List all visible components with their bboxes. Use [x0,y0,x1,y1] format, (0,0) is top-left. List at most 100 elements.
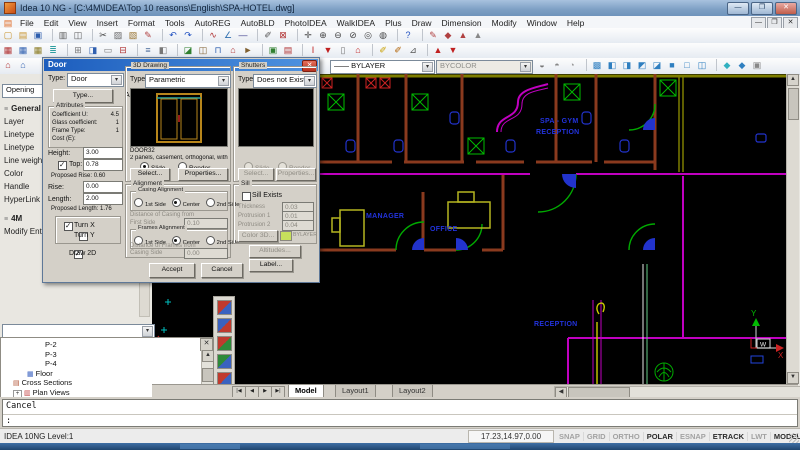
clipboard-icon[interactable]: ▯ [336,44,350,56]
palette-item-color[interactable]: Color [4,169,23,178]
color-combo[interactable]: BYCOLOR▾ [436,60,533,74]
menu-file[interactable]: File [15,18,39,28]
door-type-combo[interactable]: Door▾ [67,73,124,87]
palette-item-linetype[interactable]: Linetype [4,143,34,152]
linetype-combo[interactable]: ―― BYLAYER▾ [330,60,435,74]
chevron-down-icon[interactable]: ▾ [218,76,229,86]
section-expander-icon[interactable]: ≡ [4,106,8,113]
sketch-icon[interactable]: ✎ [422,29,440,41]
canvas-vscrollbar[interactable]: ▲ ▼ [786,74,799,384]
render-icon[interactable]: ▩ [586,59,604,71]
chevron-down-icon[interactable]: ▾ [304,76,315,86]
shade-hidden-icon[interactable]: ◓ [550,59,564,71]
top-field[interactable]: 0.78 [83,159,123,171]
scroll-up-icon[interactable]: ▲ [787,74,799,86]
view-right-icon[interactable]: ◪ [650,59,664,71]
shade-off-icon[interactable]: ◒ [535,59,549,71]
poly-icon[interactable]: ◆ [441,29,455,41]
menu-insert[interactable]: Insert [92,18,123,28]
arc-tool-1-icon[interactable] [217,300,232,315]
wall-blue-icon[interactable]: ▦ [16,44,30,56]
scroll-down-icon[interactable]: ▼ [787,372,799,384]
ruler-icon[interactable]: ⊿ [406,44,420,56]
copy-icon[interactable]: ▨ [111,29,125,41]
level-up-icon[interactable]: ▲ [427,44,445,56]
tri-grey-icon[interactable]: ▲ [471,29,485,41]
rise-field[interactable]: 0.00 [83,181,123,193]
palette-item-line-weight[interactable]: Line weight [4,156,44,165]
menu-plus[interactable]: Plus [380,18,407,28]
accept-button[interactable]: Accept [149,263,195,278]
view-bottom-icon[interactable]: ◨ [620,59,634,71]
command-input[interactable]: Cancel : [2,399,798,427]
ucs-icon[interactable]: ▣ [750,59,764,71]
slab-icon[interactable]: ▭ [101,44,115,56]
photo-icon[interactable]: ▣ [262,44,280,56]
section-expander-icon[interactable]: ≡ [4,216,8,223]
ramp-icon[interactable]: ◧ [156,44,170,56]
window-insert-icon[interactable]: ◫ [196,44,210,56]
tree-item-p-2[interactable]: P-2 [1,340,225,350]
chevron-down-icon[interactable]: ▾ [111,75,122,85]
diamond-cyan-icon[interactable]: ◆ [716,59,734,71]
erase-icon[interactable]: ⊠ [276,29,290,41]
tree-item-p-4[interactable]: P-4 [1,359,225,369]
view-back-icon[interactable]: □ [680,59,694,71]
drawing-3d-type-combo[interactable]: Parametric▾ [145,74,231,88]
palette-item-modify-ent[interactable]: Modify Ent [4,227,42,236]
save-icon[interactable]: ▣ [31,29,45,41]
menu-tools[interactable]: Tools [160,18,190,28]
redo-icon[interactable]: ↷ [181,29,195,41]
paste-icon[interactable]: ▧ [126,29,140,41]
resize-grip[interactable] [789,433,799,443]
chevron-down-icon[interactable]: ▾ [142,326,153,337]
grid-icon[interactable]: ⊞ [67,44,85,56]
minimize-button[interactable]: — [727,2,749,15]
print-preview-icon[interactable]: ◫ [71,29,85,41]
menu-edit[interactable]: Edit [39,18,64,28]
window-icon[interactable]: ◨ [86,44,100,56]
toggle-grid[interactable]: GRID [584,432,610,441]
tree-item-p-3[interactable]: P-3 [1,350,225,360]
pencil-brown-icon[interactable]: ✐ [391,44,405,56]
toggle-lwt[interactable]: LWT [748,432,771,441]
restore-button[interactable]: ❐ [751,2,773,15]
shade-gouraud-icon[interactable]: ◔ [565,59,579,71]
palette-item-handle[interactable]: Handle [4,182,29,191]
height-field[interactable]: 3.00 [83,147,123,159]
arc-tool-2-icon[interactable] [217,318,232,333]
palette-item-hyperlink[interactable]: HyperLink [4,195,40,204]
pan-icon[interactable]: ✛ [297,29,315,41]
dist-casing-field[interactable]: 0.10 [184,218,228,229]
palette-item-4m[interactable]: ≡4M [4,214,22,223]
angle-icon[interactable]: ∠ [221,29,235,41]
dist-frames-field[interactable]: 0.00 [184,248,228,259]
menu-autobld[interactable]: AutoBLD [236,18,280,28]
text-icon[interactable]: I [302,44,320,56]
view-top-icon[interactable]: ◧ [605,59,619,71]
room-icon[interactable]: ⊟ [116,44,130,56]
cancel-button[interactable]: Cancel [201,263,243,278]
zoom-previous-icon[interactable]: ◍ [376,29,390,41]
roof-icon[interactable]: ⌂ [226,44,240,56]
palette-item-linetype[interactable]: Linetype [4,130,34,139]
opening-icon[interactable]: ⊓ [211,44,225,56]
close-button[interactable]: ✕ [775,2,797,15]
chevron-down-icon[interactable]: ▾ [422,62,433,72]
toggle-etrack[interactable]: ETRACK [710,432,748,441]
menu-walkidea[interactable]: WalkIDEA [332,18,380,28]
image-icon[interactable]: ▤ [281,44,295,56]
type-button[interactable]: Type... [53,89,113,103]
menu-photoidea[interactable]: PhotoIDEA [280,18,332,28]
casing-center-radio[interactable] [172,198,181,207]
sill-exists-checkbox[interactable] [242,192,251,201]
zoom-window-icon[interactable]: ⊘ [346,29,360,41]
menu-help[interactable]: Help [562,18,589,28]
pencil-yellow-icon[interactable]: ✐ [372,44,390,56]
menu-autoreg[interactable]: AutoREG [190,18,236,28]
turn-x-checkbox[interactable] [64,222,73,231]
label-icon[interactable]: ▼ [321,44,335,56]
cut-icon[interactable]: ✂ [92,29,110,41]
palette-item-general[interactable]: ≡General [4,104,41,113]
toggle-ortho[interactable]: ORTHO [610,432,644,441]
